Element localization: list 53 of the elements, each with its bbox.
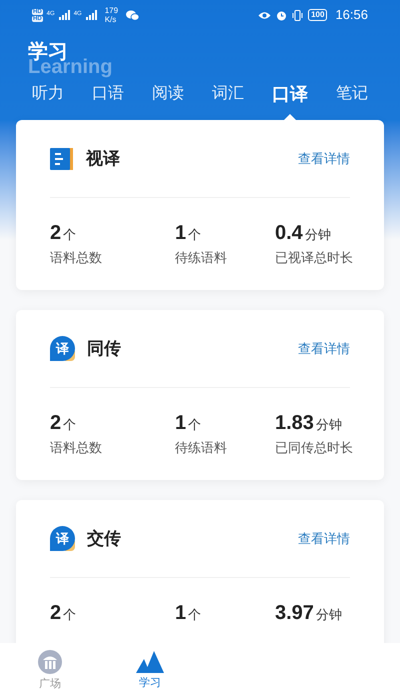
stat-label: 待练语料: [175, 249, 228, 267]
stat-unit: 个: [63, 226, 76, 244]
details-link[interactable]: 查看详情: [298, 528, 350, 548]
stat-value: 2: [50, 411, 62, 436]
stat-value: 0.4: [275, 221, 303, 246]
signal-icon: [58, 10, 70, 20]
signal-icon: [86, 10, 97, 20]
speed-unit: K/s: [104, 15, 118, 24]
translate-icon: 译: [50, 336, 75, 361]
tab[interactable]: 笔记: [336, 82, 368, 106]
stat-unit: 个: [188, 606, 202, 624]
stat-value: 1: [175, 601, 186, 626]
clock-time: 16:56: [335, 6, 368, 24]
mountain-icon: [136, 651, 164, 674]
details-link[interactable]: 查看详情: [298, 338, 350, 358]
battery-level: 100: [308, 9, 328, 21]
card-title: 交传: [87, 528, 121, 550]
stat-unit: 个: [188, 416, 202, 434]
stat-unit: 分钟: [316, 416, 342, 434]
card-title: 同传: [87, 338, 121, 360]
tab[interactable]: 听力: [32, 82, 64, 106]
card-title: 视译: [86, 148, 120, 170]
stat-label: 已同传总时长: [275, 439, 353, 457]
stat-value: 1.83: [275, 411, 314, 436]
details-link[interactable]: 查看详情: [298, 148, 350, 168]
chat-icon: [126, 10, 140, 20]
stat-value: 2: [50, 221, 62, 246]
stat-label: 语料总数: [50, 249, 103, 267]
eye-icon: [258, 10, 272, 20]
stat-value: 2: [50, 601, 62, 626]
tab[interactable]: 词汇: [212, 82, 244, 106]
tab[interactable]: 口语: [92, 82, 124, 106]
tab[interactable]: 阅读: [152, 82, 184, 106]
alarm-icon: [276, 10, 288, 20]
stat-unit: 分钟: [304, 226, 331, 244]
stat-value: 1: [175, 221, 186, 246]
stat-unit: 个: [188, 226, 202, 244]
stat-label: 语料总数: [50, 439, 103, 457]
stat-value: 1: [175, 411, 186, 436]
stat-value: 3.97: [275, 601, 314, 626]
nav-tab[interactable]: 广场: [0, 643, 100, 700]
tab[interactable]: 口译: [272, 82, 308, 106]
stat-label: 已视译总时长: [275, 249, 353, 267]
vibrate-icon: [292, 10, 304, 20]
building-icon: [38, 650, 62, 674]
document-icon: [50, 148, 74, 170]
translate-icon: 译: [50, 526, 75, 551]
stat-unit: 个: [63, 606, 76, 624]
network-speed: 179: [104, 6, 118, 15]
nav-tab[interactable]: 学习: [100, 643, 200, 700]
stat-label: 待练语料: [175, 439, 228, 457]
stat-unit: 个: [63, 416, 76, 434]
stat-unit: 分钟: [316, 606, 342, 624]
